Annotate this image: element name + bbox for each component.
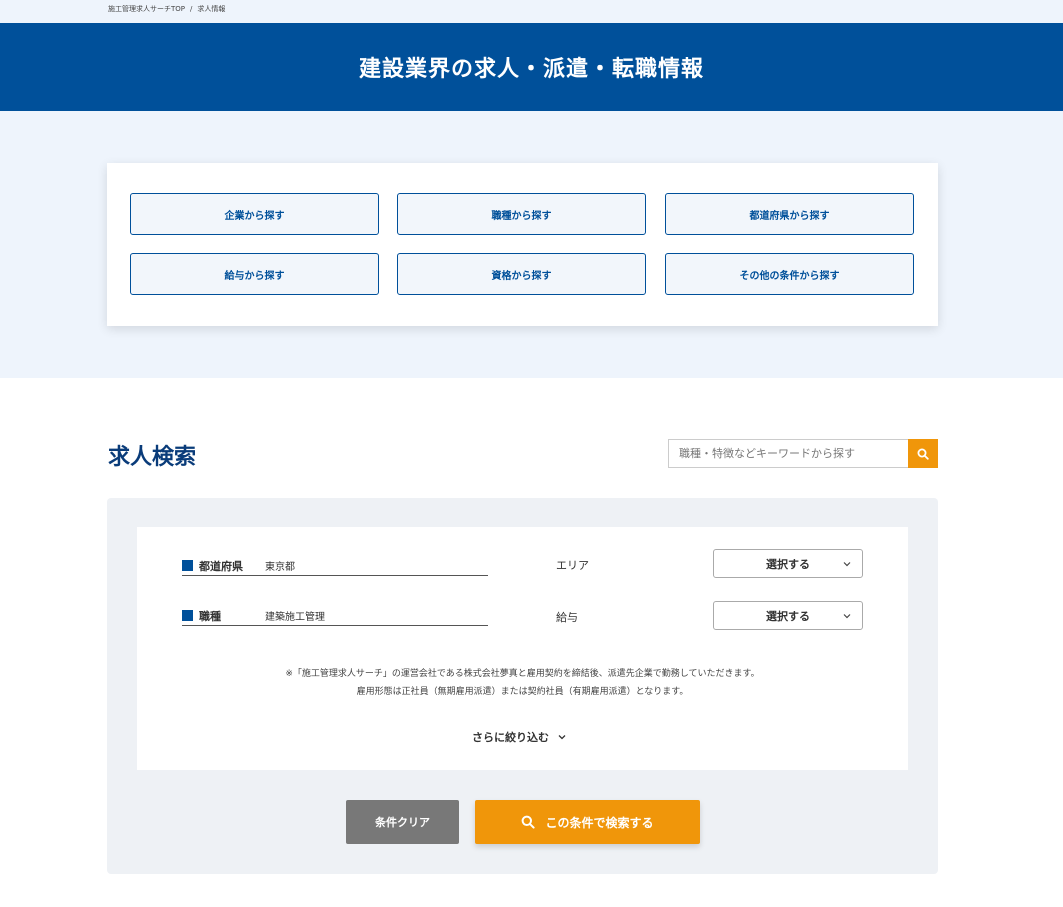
submit-search-button[interactable]: この条件で検索する	[475, 800, 700, 844]
breadcrumb-separator: /	[190, 5, 193, 13]
submit-search-label: この条件で検索する	[545, 815, 654, 830]
hero-banner: 建設業界の求人・派遣・転職情報	[0, 23, 1063, 111]
breadcrumb-home-link[interactable]: 施工管理求人サーチTOP	[108, 5, 185, 13]
refine-more-toggle[interactable]: さらに絞り込む	[472, 729, 567, 745]
salary-select-value: 選択する	[766, 609, 810, 623]
refine-more-label: さらに絞り込む	[472, 731, 549, 744]
breadcrumb: 施工管理求人サーチTOP / 求人情報	[108, 4, 225, 14]
search-by-other-conditions-button[interactable]: その他の条件から探す	[665, 253, 914, 295]
search-by-job-type-button[interactable]: 職種から探す	[397, 193, 646, 235]
employment-note-line2: 雇用形態は正社員（無期雇用派遣）または契約社員（有期雇用派遣）となります。	[356, 687, 689, 697]
search-by-company-button[interactable]: 企業から探す	[130, 193, 379, 235]
category-card: 企業から探す 職種から探す 都道府県から探す 給与から探す 資格から探す その他…	[107, 163, 938, 326]
salary-select[interactable]: 選択する	[713, 601, 863, 630]
prefecture-label: 都道府県	[199, 559, 243, 573]
search-icon	[917, 448, 929, 460]
area-label: エリア	[556, 559, 589, 572]
prefecture-value: 東京都	[265, 562, 295, 573]
chevron-down-icon	[843, 562, 851, 567]
area-select[interactable]: 選択する	[713, 549, 863, 578]
area-select-value: 選択する	[766, 557, 810, 571]
square-bullet-icon	[182, 610, 193, 621]
job-type-field[interactable]: 職種 建築施工管理	[182, 606, 488, 626]
square-bullet-icon	[182, 560, 193, 571]
search-by-salary-button[interactable]: 給与から探す	[130, 253, 379, 295]
keyword-search-button[interactable]	[908, 439, 938, 468]
chevron-down-icon	[843, 614, 851, 619]
page-title: 建設業界の求人・派遣・転職情報	[358, 57, 704, 82]
job-type-label: 職種	[199, 609, 221, 623]
employment-note-line1: ※「施工管理求人サーチ」の運営会社である株式会社夢真と雇用契約を締結後、派遣先企…	[285, 669, 760, 679]
salary-label: 給与	[556, 611, 578, 624]
search-by-prefecture-button[interactable]: 都道府県から探す	[665, 193, 914, 235]
clear-conditions-button[interactable]: 条件クリア	[346, 800, 459, 844]
job-search-title: 求人検索	[108, 445, 197, 470]
chevron-down-icon	[558, 735, 566, 740]
search-by-qualification-button[interactable]: 資格から探す	[397, 253, 646, 295]
job-type-value: 建築施工管理	[265, 612, 325, 623]
search-icon	[522, 815, 536, 829]
prefecture-field[interactable]: 都道府県 東京都	[182, 556, 488, 576]
keyword-search-input[interactable]	[668, 439, 908, 468]
breadcrumb-current: 求人情報	[197, 5, 226, 13]
keyword-search	[668, 439, 938, 468]
